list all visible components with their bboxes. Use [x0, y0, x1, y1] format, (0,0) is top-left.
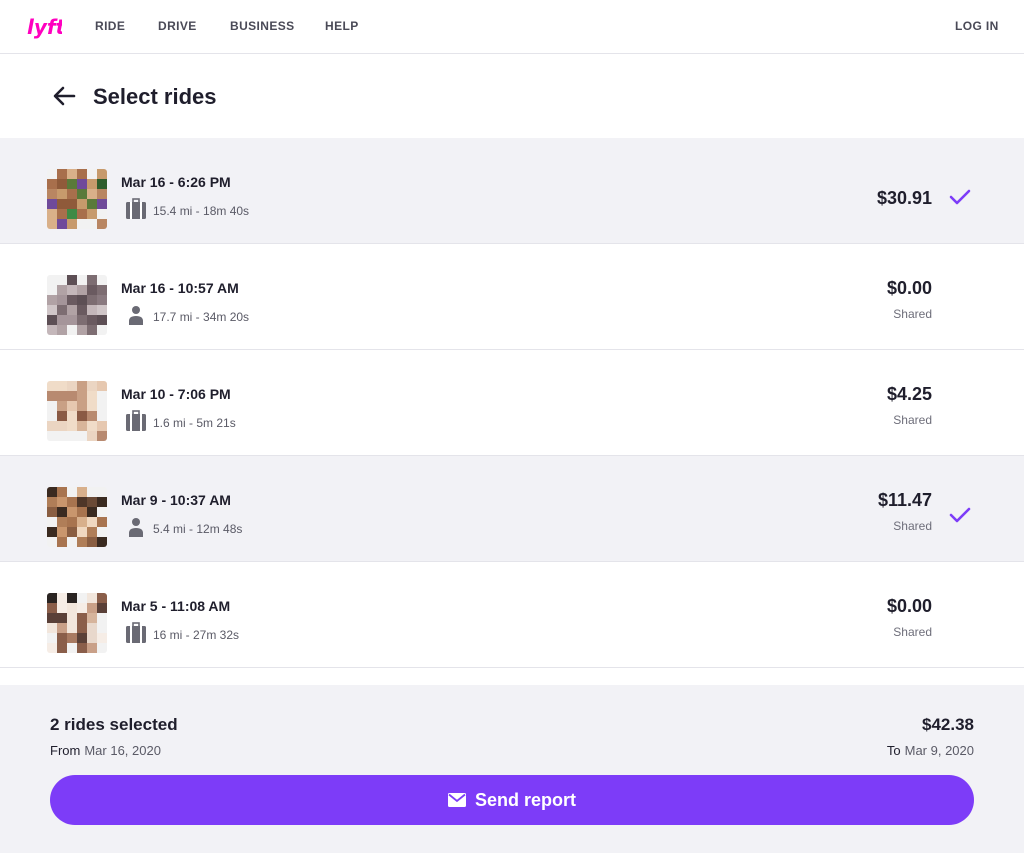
selected-total: $42.38: [922, 715, 974, 734]
ride-type-label: Shared: [893, 519, 932, 533]
ride-price: $4.25: [886, 384, 932, 404]
driver-avatar: [47, 381, 107, 441]
nav-ride[interactable]: RIDE: [95, 19, 125, 33]
selection-summary: 2 rides selected $42.38 From Mar 16, 2020…: [0, 685, 1024, 853]
top-navigation: lyft RIDE DRIVE BUSINESS HELP LOG IN: [0, 0, 1024, 54]
ride-type-label: Shared: [893, 625, 932, 639]
selected-count: 2 rides selected: [50, 715, 178, 734]
ride-date: Mar 9 - 10:37 AM: [121, 492, 231, 508]
from-date: Mar 16, 2020: [84, 743, 161, 758]
ride-price: $30.91: [876, 188, 932, 208]
person-icon: [129, 518, 143, 537]
ride-date: Mar 5 - 11:08 AM: [121, 598, 231, 614]
ride-price: $0.00: [886, 596, 932, 616]
to-label: To: [886, 743, 901, 758]
nav-help[interactable]: HELP: [325, 19, 359, 33]
to-date: Mar 9, 2020: [904, 743, 974, 758]
date-range-from: From Mar 16, 2020: [50, 743, 161, 758]
ride-type-label: Shared: [893, 307, 932, 321]
nav-drive[interactable]: DRIVE: [158, 19, 197, 33]
ride-row[interactable]: Mar 16 - 10:57 AM 17.7 mi - 34m 20s $0.0…: [0, 244, 1024, 350]
mail-icon: [447, 793, 466, 807]
ride-price: $11.47: [877, 490, 932, 510]
send-report-label: Send report: [474, 789, 576, 810]
date-range-to: To Mar 9, 2020: [887, 743, 974, 758]
ride-row[interactable]: Mar 16 - 6:26 PM 15.4 mi - 18m 40s $30.9…: [0, 138, 1024, 244]
arrow-left-icon[interactable]: [52, 85, 76, 107]
driver-avatar: [47, 593, 107, 653]
checkmark-icon: [949, 507, 971, 523]
ride-date: Mar 16 - 6:26 PM: [121, 174, 231, 190]
driver-avatar: [47, 487, 107, 547]
login-link[interactable]: LOG IN: [955, 19, 999, 33]
lyft-logo[interactable]: lyft: [26, 14, 62, 40]
luggage-icon: [126, 410, 146, 431]
brand-text: lyft: [27, 15, 62, 39]
ride-distance-duration: 17.7 mi - 34m 20s: [153, 310, 250, 324]
ride-date: Mar 16 - 10:57 AM: [121, 280, 239, 296]
from-label: From: [50, 743, 81, 758]
ride-distance-duration: 1.6 mi - 5m 21s: [153, 416, 236, 430]
luggage-icon: [126, 622, 146, 643]
ride-price: $0.00: [886, 278, 932, 298]
ride-date: Mar 10 - 7:06 PM: [121, 386, 231, 402]
ride-distance-duration: 15.4 mi - 18m 40s: [153, 204, 250, 218]
driver-avatar: [47, 275, 107, 335]
ride-distance-duration: 5.4 mi - 12m 48s: [153, 522, 243, 536]
nav-business[interactable]: BUSINESS: [230, 19, 295, 33]
ride-row[interactable]: Mar 5 - 11:08 AM 16 mi - 27m 32s $0.00 S…: [0, 562, 1024, 668]
ride-distance-duration: 16 mi - 27m 32s: [153, 628, 240, 642]
person-icon: [129, 306, 143, 325]
luggage-icon: [126, 198, 146, 219]
page-title: Select rides: [93, 84, 217, 109]
ride-row[interactable]: Mar 10 - 7:06 PM 1.6 mi - 5m 21s $4.25 S…: [0, 350, 1024, 456]
ride-type-label: Shared: [893, 413, 932, 427]
ride-row[interactable]: Mar 9 - 10:37 AM 5.4 mi - 12m 48s $11.47…: [0, 456, 1024, 562]
checkmark-icon: [949, 189, 971, 205]
send-report-button[interactable]: Send report: [50, 775, 974, 825]
driver-avatar: [47, 169, 107, 229]
